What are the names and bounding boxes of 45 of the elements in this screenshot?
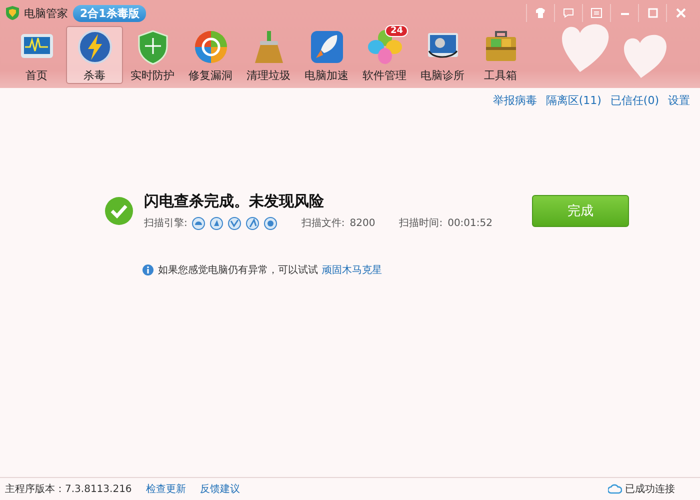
engine-icon (264, 216, 278, 230)
toolbar-tab[interactable]: 24 软件管理 (356, 26, 413, 84)
toolbar-tab[interactable]: 电脑加速 (298, 26, 355, 84)
shirt-icon (535, 8, 546, 18)
engine-icon (246, 216, 260, 230)
engine-icon (192, 216, 206, 230)
check-icon (104, 196, 134, 226)
maximize-icon (648, 8, 658, 18)
toolbar-tab[interactable]: 修复漏洞 (182, 26, 239, 84)
info-icon (142, 264, 154, 276)
connection-status: 已成功连接 (625, 482, 675, 496)
toolbar-tab[interactable]: 杀毒 (66, 26, 123, 84)
toolbar-tab[interactable]: 工具箱 (472, 26, 529, 84)
cloud-icon (608, 484, 622, 494)
files-label: 扫描文件: (301, 216, 345, 230)
header-link[interactable]: 已信任(0) (610, 93, 659, 108)
lightning-icon (76, 29, 112, 65)
toolbar-tab[interactable]: 首页 (8, 26, 65, 84)
edition-badge: 2合1杀毒版 (73, 4, 146, 22)
time-label: 扫描时间: (399, 216, 443, 230)
header-link[interactable]: 隔离区(11) (546, 93, 602, 108)
scan-time: 00:01:52 (448, 218, 492, 228)
trojan-tool-link[interactable]: 顽固木马克星 (322, 263, 382, 277)
status-link[interactable]: 反馈建议 (200, 482, 240, 496)
engines-label: 扫描引擎: (144, 216, 188, 230)
menu-icon (591, 8, 602, 18)
toolbar-tab[interactable]: 实时防护 (124, 26, 181, 84)
speech-bubble-icon (563, 8, 574, 18)
window-title: 电脑管家 (24, 6, 68, 20)
engine-icon (210, 216, 224, 230)
files-count: 8200 (350, 218, 376, 228)
result-title: 闪电查杀完成。未发现风险 (144, 192, 325, 211)
refresh-icon (192, 29, 228, 65)
count-badge: 24 (385, 25, 408, 37)
hint-text: 如果您感觉电脑仍有异常，可以试试 (158, 264, 318, 277)
close-icon (676, 8, 686, 18)
status-link[interactable]: 检查更新 (146, 482, 186, 496)
toolbar-tab[interactable]: 电脑诊所 (414, 26, 471, 84)
header-link[interactable]: 举报病毒 (492, 93, 537, 108)
engine-icon (228, 216, 242, 230)
shield-logo-icon (6, 6, 19, 20)
rocket-icon (308, 29, 344, 65)
version-text: 主程序版本：7.3.8113.216 (5, 482, 132, 496)
header-link[interactable]: 设置 (668, 93, 690, 108)
toolbar-tab[interactable]: 清理垃圾 (240, 26, 297, 84)
